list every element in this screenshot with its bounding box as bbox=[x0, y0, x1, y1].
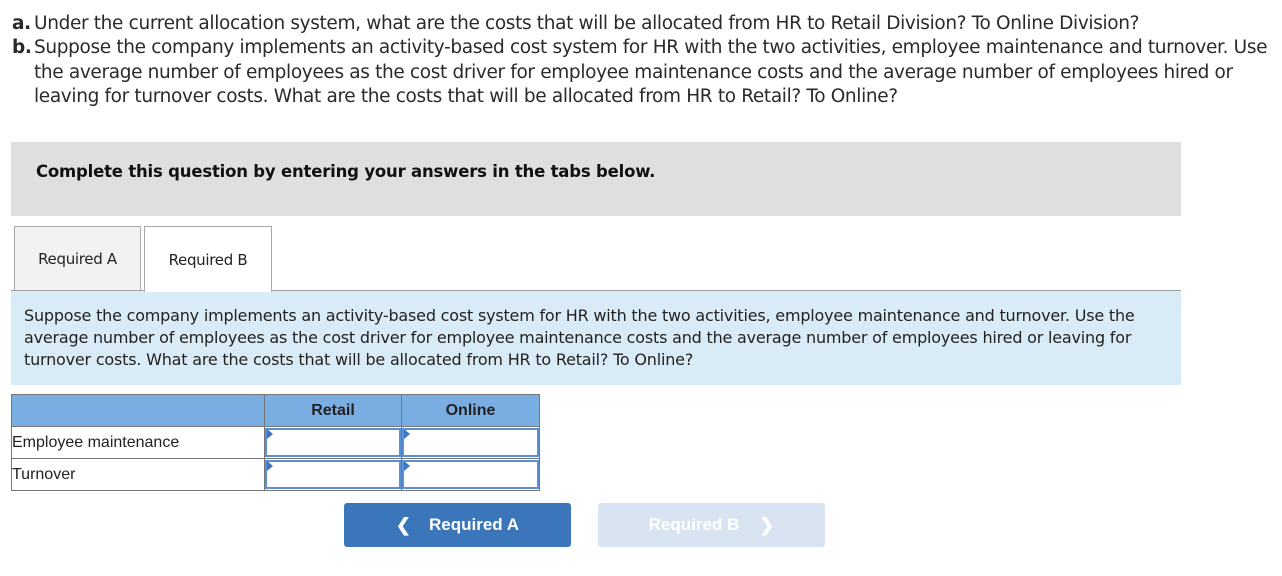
instructions-banner: Complete this question by entering your … bbox=[11, 142, 1181, 216]
tab-prompt-text: Suppose the company implements an activi… bbox=[24, 306, 1135, 369]
answer-table: Retail Online Employee maintenance Turno… bbox=[11, 394, 540, 491]
cell-employee-maintenance-retail bbox=[264, 426, 402, 459]
table-header-row: Retail Online bbox=[11, 394, 540, 427]
employee-maintenance-online-input[interactable] bbox=[402, 428, 539, 457]
turnover-retail-input[interactable] bbox=[265, 460, 401, 489]
next-button-label: Required B bbox=[648, 515, 740, 534]
question-part-b: b. Suppose the company implements an act… bbox=[12, 36, 1274, 109]
cell-employee-maintenance-online bbox=[401, 426, 540, 459]
tab-prompt-panel: Suppose the company implements an activi… bbox=[11, 291, 1181, 385]
tab-required-a[interactable]: Required A bbox=[14, 226, 141, 291]
row-label-turnover: Turnover bbox=[11, 458, 265, 491]
header-retail: Retail bbox=[264, 394, 402, 427]
table-row: Turnover bbox=[11, 458, 540, 491]
previous-button-label: Required A bbox=[429, 515, 520, 534]
next-required-b-button[interactable]: Required B ❯ bbox=[598, 503, 825, 547]
question-text: a. Under the current allocation system, … bbox=[12, 12, 1274, 109]
header-online: Online bbox=[401, 394, 540, 427]
question-body: Suppose the company implements an activi… bbox=[34, 37, 1268, 107]
employee-maintenance-retail-input[interactable] bbox=[265, 428, 401, 457]
table-row: Employee maintenance bbox=[11, 426, 540, 459]
instructions-text: Complete this question by entering your … bbox=[36, 162, 656, 181]
question-letter: b. bbox=[12, 37, 32, 59]
question-part-a: a. Under the current allocation system, … bbox=[12, 12, 1274, 36]
question-letter: a. bbox=[12, 13, 31, 34]
previous-required-a-button[interactable]: ❮ Required A bbox=[344, 503, 571, 547]
header-blank bbox=[11, 394, 265, 427]
chevron-right-icon: ❯ bbox=[759, 514, 775, 535]
chevron-left-icon: ❮ bbox=[395, 514, 412, 535]
turnover-online-input[interactable] bbox=[402, 460, 539, 489]
row-label-employee-maintenance: Employee maintenance bbox=[11, 426, 265, 459]
cell-turnover-online bbox=[401, 458, 540, 491]
tab-required-b[interactable]: Required B bbox=[144, 226, 272, 292]
question-body: Under the current allocation system, wha… bbox=[34, 13, 1140, 34]
cell-turnover-retail bbox=[264, 458, 402, 491]
